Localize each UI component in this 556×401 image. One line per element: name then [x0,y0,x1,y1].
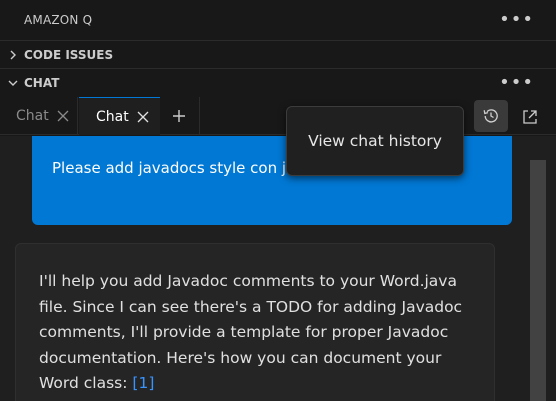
tab-label: Chat [16,108,49,124]
amazon-q-panel: AMAZON Q ••• CODE ISSUES CHAT ••• Chat C… [0,0,556,401]
open-external-icon [523,110,537,124]
section-chat-label: CHAT [24,75,60,90]
chevron-down-icon [6,76,20,90]
section-chat[interactable]: CHAT ••• [0,68,556,96]
plus-icon [173,110,185,122]
reference-link[interactable]: [1] [132,374,154,392]
tab-chat-2[interactable]: Chat [79,97,160,135]
history-tooltip: View chat history [286,106,464,176]
history-icon [483,109,498,123]
tab-divider [199,97,200,135]
panel-more-actions-icon[interactable]: ••• [499,11,534,29]
chat-tab-bar: Chat Chat [0,97,556,135]
section-code-issues[interactable]: CODE ISSUES [0,40,556,68]
open-in-editor-button[interactable] [517,104,543,130]
section-code-issues-label: CODE ISSUES [24,47,114,62]
new-chat-tab-button[interactable] [168,105,190,127]
chat-more-actions-icon[interactable]: ••• [499,74,534,92]
panel-title: AMAZON Q [24,13,93,27]
tab-label: Chat [96,108,129,125]
chevron-right-icon [6,48,20,62]
close-icon[interactable] [57,110,69,122]
close-icon[interactable] [137,111,149,123]
assistant-message-text: I'll help you add Javadoc comments to yo… [39,272,463,392]
view-chat-history-button[interactable] [474,100,508,132]
tab-chat-1[interactable]: Chat [0,97,78,135]
tooltip-text: View chat history [308,132,442,150]
panel-titlebar: AMAZON Q ••• [0,0,556,40]
chat-scrollbar[interactable] [530,160,546,401]
assistant-message: I'll help you add Javadoc comments to yo… [15,243,495,401]
